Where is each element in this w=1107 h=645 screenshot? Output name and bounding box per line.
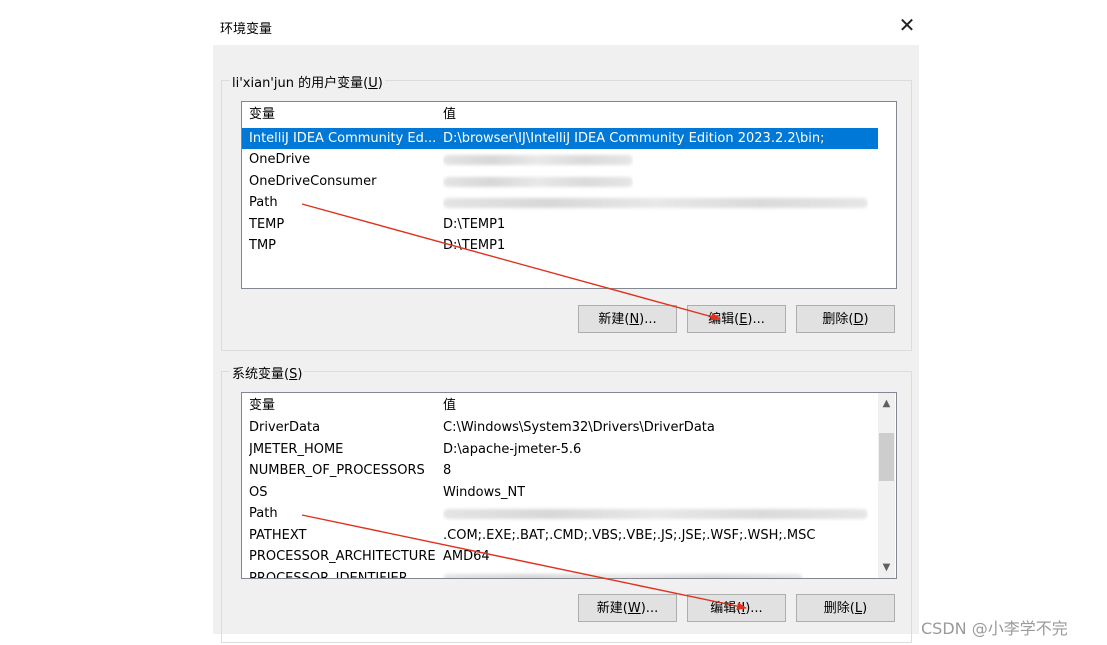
environment-variables-dialog: 环境变量 ✕ li'xian'jun 的用户变量(U) 变量 值 Intelli… [213,0,919,643]
table-row[interactable]: OneDriveConsumer [242,171,878,192]
vertical-scrollbar[interactable]: ▲ ▼ [878,393,895,578]
redacted-value [443,574,803,578]
column-header-variable[interactable]: 变量 [249,104,435,125]
column-header-variable[interactable]: 变量 [249,395,435,416]
list-header: 变量 值 [242,104,896,125]
table-row[interactable]: OS Windows_NT [242,482,878,503]
table-row[interactable]: JMETER_HOME D:\apache-jmeter-5.6 [242,439,878,460]
table-row[interactable]: Path [242,503,878,524]
scrollbar-thumb[interactable] [879,433,894,481]
table-row[interactable]: TEMP D:\TEMP1 [242,214,878,235]
user-new-button[interactable]: 新建(N)... [578,305,677,333]
redacted-value [443,177,633,187]
table-row[interactable]: Path [242,192,878,213]
scroll-down-icon[interactable]: ▼ [878,559,895,576]
system-variables-list[interactable]: 变量 值 DriverData C:\Windows\System32\Driv… [241,392,897,579]
table-row[interactable]: OneDrive [242,149,878,170]
list-header: 变量 值 [242,395,878,416]
table-row[interactable]: DriverData C:\Windows\System32\Drivers\D… [242,417,878,438]
redacted-value [443,198,868,208]
table-row[interactable]: TMP D:\TEMP1 [242,235,878,256]
dialog-content: li'xian'jun 的用户变量(U) 变量 值 IntelliJ IDEA … [213,45,919,643]
user-edit-button[interactable]: 编辑(E)... [687,305,786,333]
column-header-value[interactable]: 值 [443,395,456,416]
system-delete-button[interactable]: 删除(L) [796,594,895,622]
user-variables-list[interactable]: 变量 值 IntelliJ IDEA Community Ed... D:\br… [241,101,897,289]
column-header-value[interactable]: 值 [443,104,456,125]
table-row[interactable]: PROCESSOR_ARCHITECTURE AMD64 [242,546,878,567]
table-row[interactable]: PATHEXT .COM;.EXE;.BAT;.CMD;.VBS;.VBE;.J… [242,525,878,546]
close-icon[interactable]: ✕ [896,14,918,36]
system-edit-button[interactable]: 编辑(I)... [687,594,786,622]
redacted-value [443,509,868,519]
system-variables-label: 系统变量(S) [230,363,305,382]
user-variables-label: li'xian'jun 的用户变量(U) [230,72,385,91]
dialog-title: 环境变量 [220,22,273,37]
table-row[interactable]: NUMBER_OF_PROCESSORS 8 [242,460,878,481]
redacted-value [443,155,633,165]
title-bar: 环境变量 ✕ [213,0,919,45]
table-row[interactable]: IntelliJ IDEA Community Ed... D:\browser… [242,128,878,149]
watermark: CSDN @小李学不完 [921,619,1068,638]
system-new-button[interactable]: 新建(W)... [578,594,677,622]
table-row[interactable]: PROCESSOR_IDENTIFIER [242,568,878,578]
scroll-up-icon[interactable]: ▲ [878,395,895,412]
user-delete-button[interactable]: 删除(D) [796,305,895,333]
